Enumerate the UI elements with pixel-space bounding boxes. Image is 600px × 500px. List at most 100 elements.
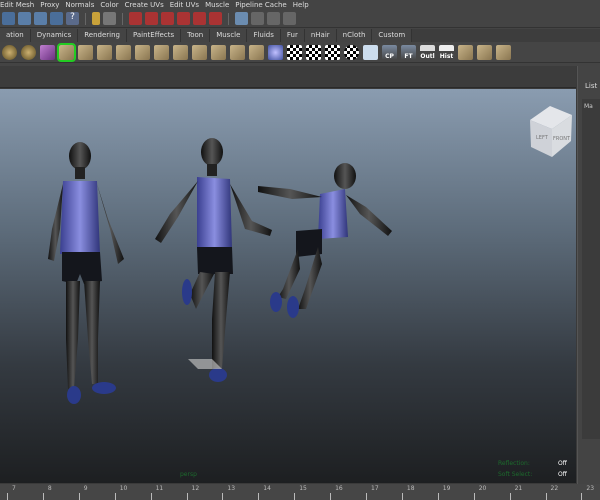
sphere-icon[interactable] bbox=[2, 44, 17, 60]
magnet-snap-live-icon[interactable] bbox=[209, 12, 222, 25]
render-icon[interactable] bbox=[251, 12, 264, 25]
timeline-tick-label: 11 bbox=[155, 485, 164, 492]
character-leaping[interactable] bbox=[258, 163, 392, 318]
magnet-snap-grid-icon[interactable] bbox=[129, 12, 142, 25]
uv-tool-icon[interactable] bbox=[173, 44, 188, 60]
timeline-tick-label: 17 bbox=[371, 485, 379, 492]
ipr-render-icon[interactable] bbox=[267, 12, 280, 25]
select-component-icon[interactable] bbox=[34, 12, 47, 25]
magnet-snap-curve-icon[interactable] bbox=[145, 12, 158, 25]
reflection-value: Off bbox=[558, 460, 567, 467]
timeline-tick bbox=[509, 493, 511, 500]
uv-tool-icon[interactable] bbox=[211, 44, 226, 60]
lock-icon[interactable] bbox=[92, 12, 100, 25]
timeline-tick bbox=[258, 493, 260, 500]
reflection-label: Reflection: bbox=[498, 460, 530, 467]
menu-help[interactable]: Help bbox=[293, 0, 315, 10]
menu-normals[interactable]: Normals bbox=[65, 0, 100, 10]
timeline-tick-label: 16 bbox=[335, 485, 343, 492]
uv-tool-icon[interactable] bbox=[249, 44, 264, 60]
character-walking[interactable] bbox=[155, 138, 272, 382]
uv-tool-icon[interactable] bbox=[135, 44, 150, 60]
tab-fur[interactable]: Fur bbox=[280, 29, 305, 42]
center-pivot-button[interactable]: CP bbox=[382, 44, 397, 60]
separator bbox=[122, 12, 123, 25]
time-slider[interactable]: 7 8 9 10 11 12 13 14 15 16 17 18 19 20 21 22 23 bbox=[0, 484, 600, 500]
tab-ncloth[interactable]: nCloth bbox=[336, 29, 373, 42]
timeline-tick bbox=[42, 493, 44, 500]
timeline-tick-label: 10 bbox=[119, 485, 128, 492]
menu-create-uvs[interactable]: Create UVs bbox=[125, 0, 170, 10]
list-menu[interactable]: List bbox=[585, 82, 597, 90]
checker-icon[interactable] bbox=[306, 44, 321, 60]
sphere-icon[interactable] bbox=[21, 44, 36, 60]
tab-nhair[interactable]: nHair bbox=[304, 29, 337, 42]
tab-fluids[interactable]: Fluids bbox=[247, 29, 281, 42]
tab-rendering[interactable]: Rendering bbox=[78, 29, 127, 42]
timeline-tick bbox=[581, 493, 583, 500]
select-object-icon[interactable] bbox=[18, 12, 31, 25]
shelf-tabs: ation Dynamics Rendering PaintEffects To… bbox=[0, 29, 600, 42]
uv-tool-icon[interactable] bbox=[97, 44, 112, 60]
help-icon[interactable]: ? bbox=[66, 12, 79, 25]
menu-muscle[interactable]: Muscle bbox=[205, 0, 235, 10]
viewport-panel: LEFT FRONT persp Reflection: Off Soft Se… bbox=[0, 66, 578, 484]
timeline-tick bbox=[78, 493, 80, 500]
viewcube[interactable]: LEFT FRONT bbox=[530, 106, 572, 157]
uv-editor-icon[interactable] bbox=[363, 44, 378, 60]
magnet-snap-plane-icon[interactable] bbox=[177, 12, 190, 25]
select-hierarchy-icon[interactable] bbox=[2, 12, 15, 25]
timeline-tick bbox=[114, 493, 116, 500]
cube-icon[interactable] bbox=[40, 44, 55, 60]
checker-icon[interactable] bbox=[325, 44, 340, 60]
timeline-tick-label: 12 bbox=[191, 485, 200, 492]
uv-tool-icon[interactable] bbox=[154, 44, 169, 60]
channel-box-area: Ma bbox=[582, 99, 600, 439]
menu-proxy[interactable]: Proxy bbox=[40, 0, 65, 10]
tab-custom[interactable]: Custom bbox=[372, 29, 413, 42]
tab-toon[interactable]: Toon bbox=[181, 29, 211, 42]
uv-tool-icon[interactable] bbox=[458, 44, 473, 60]
history-button[interactable]: Hist bbox=[439, 44, 454, 60]
render-view-icon[interactable] bbox=[235, 12, 248, 25]
tab-muscle[interactable]: Muscle bbox=[210, 29, 248, 42]
perspective-viewport[interactable]: LEFT FRONT persp Reflection: Off Soft Se… bbox=[0, 89, 576, 483]
channel-box-object-name: Ma bbox=[584, 103, 593, 110]
menu-edit-uvs[interactable]: Edit UVs bbox=[170, 0, 205, 10]
uv-tool-icon[interactable] bbox=[477, 44, 492, 60]
channel-box-panel: List Ma bbox=[579, 66, 600, 484]
timeline-tick-label: 8 bbox=[47, 485, 52, 492]
menu-color[interactable]: Color bbox=[100, 0, 124, 10]
timeline-tick bbox=[150, 493, 152, 500]
uv-tool-icon[interactable] bbox=[496, 44, 511, 60]
freeze-transform-button[interactable]: FT bbox=[401, 44, 416, 60]
outliner-button[interactable]: Outl bbox=[420, 44, 435, 60]
tab-dynamics[interactable]: Dynamics bbox=[30, 29, 79, 42]
uv-tool-icon[interactable] bbox=[78, 44, 93, 60]
timeline-tick bbox=[401, 493, 403, 500]
selection-mask-icon[interactable] bbox=[103, 12, 116, 25]
plane-icon[interactable] bbox=[57, 42, 76, 62]
light-icon[interactable] bbox=[268, 44, 283, 60]
menu-pipeline-cache[interactable]: Pipeline Cache bbox=[235, 0, 292, 10]
checker-icon[interactable] bbox=[287, 44, 302, 60]
tab-paint-effects[interactable]: PaintEffects bbox=[126, 29, 182, 42]
magnet-snap-point-icon[interactable] bbox=[161, 12, 174, 25]
uv-tool-icon[interactable] bbox=[192, 44, 207, 60]
uv-tool-icon[interactable] bbox=[230, 44, 245, 60]
timeline-tick bbox=[545, 493, 547, 500]
tab-animation[interactable]: ation bbox=[0, 29, 31, 42]
render-settings-icon[interactable] bbox=[283, 12, 296, 25]
timeline-tick-label: 22 bbox=[550, 485, 559, 492]
character-standing[interactable] bbox=[48, 142, 124, 404]
timeline-tick bbox=[437, 493, 439, 500]
snap-icon[interactable] bbox=[50, 12, 63, 25]
checker-sphere-icon[interactable] bbox=[344, 44, 359, 60]
menu-edit-mesh[interactable]: Edit Mesh bbox=[0, 0, 40, 10]
timeline-tick bbox=[7, 493, 8, 500]
magnet-snap-surface-icon[interactable] bbox=[193, 12, 206, 25]
menu-bar: Edit Mesh Proxy Normals Color Create UVs… bbox=[0, 0, 600, 10]
timeline-tick bbox=[186, 493, 188, 500]
timeline-tick bbox=[222, 493, 224, 500]
uv-tool-icon[interactable] bbox=[116, 44, 131, 60]
